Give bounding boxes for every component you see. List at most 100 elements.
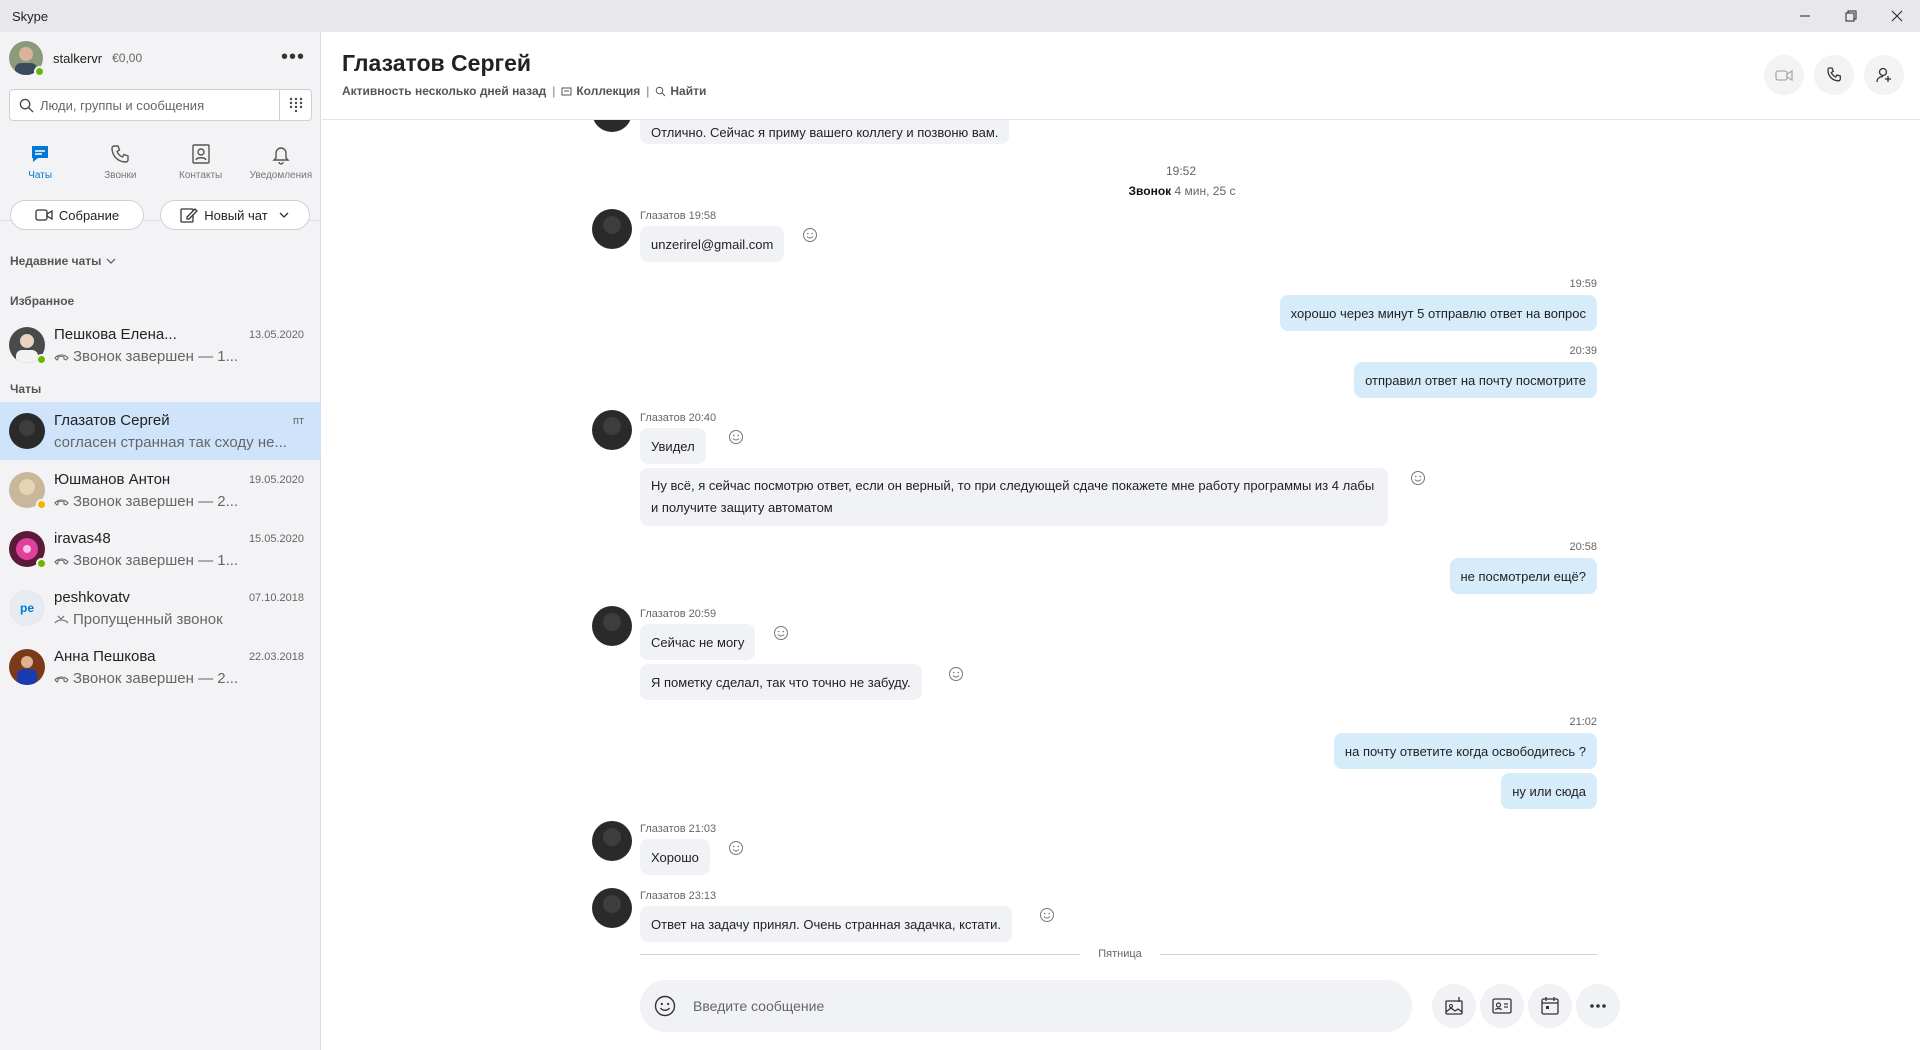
activity-status: Активность несколько дней назад: [342, 84, 547, 98]
chat-item-iravas48[interactable]: iravas48 15.05.2020 Звонок завершен — 1.…: [0, 520, 321, 578]
profile-username[interactable]: stalkervr: [53, 51, 102, 66]
search-box[interactable]: [9, 89, 312, 121]
restore-icon: [1845, 10, 1857, 22]
message-time: 20:39: [1569, 345, 1597, 357]
chat-avatar: [9, 327, 47, 365]
composer: [640, 980, 1620, 1032]
find-label: Найти: [670, 84, 707, 98]
search-input[interactable]: [40, 97, 270, 113]
sender-avatar: [592, 410, 632, 450]
call-ended-icon: [54, 675, 69, 683]
chat-item-peshkovatv[interactable]: pe peshkovatv 07.10.2018 Пропущенный зво…: [0, 579, 321, 637]
message-input[interactable]: [693, 998, 1333, 1014]
call-ended-icon: [54, 498, 69, 506]
sender-avatar: [592, 888, 632, 928]
contacts-icon: [191, 144, 210, 164]
day-divider-label: Пятница: [1080, 948, 1160, 960]
emoji-reaction-icon[interactable]: [773, 625, 789, 641]
message-bubble[interactable]: Увидел: [640, 428, 706, 464]
chat-item-anna-peshkova[interactable]: Анна Пешкова 22.03.2018 Звонок завершен …: [0, 638, 321, 696]
more-actions-button[interactable]: [1576, 984, 1620, 1028]
sender-avatar: [592, 209, 632, 249]
emoji-reaction-icon[interactable]: [728, 840, 744, 856]
chat-avatar: pe: [9, 590, 45, 626]
conversation-title[interactable]: Глазатов Сергей: [342, 50, 531, 77]
emoji-reaction-icon[interactable]: [728, 429, 744, 445]
message-sender-time: Глазатов 21:03: [640, 823, 717, 835]
video-call-button[interactable]: [1764, 55, 1804, 95]
message-bubble[interactable]: на почту ответите когда освободитесь ?: [1333, 733, 1597, 769]
search-icon: [19, 98, 34, 113]
chat-preview-text: Звонок завершен — 1...: [73, 348, 239, 365]
search-icon: [656, 86, 666, 96]
chat-name: Юшманов Антон: [54, 471, 171, 488]
message-sender-time: Глазатов 20:59: [640, 608, 717, 620]
close-button[interactable]: [1874, 0, 1920, 32]
window-title: Skype: [12, 8, 49, 24]
message-bubble[interactable]: Хорошо: [640, 839, 710, 875]
chat-preview: Звонок завершен — 1...: [54, 552, 286, 569]
chat-item-glazatov-sergey[interactable]: Глазатов Сергей пт согласен странная так…: [0, 402, 321, 460]
send-contact-button[interactable]: [1480, 984, 1524, 1028]
emoji-reaction-icon[interactable]: [1410, 470, 1426, 486]
chat-icon: [32, 146, 49, 162]
profile-avatar[interactable]: [9, 41, 45, 77]
message-bubble[interactable]: не посмотрели ещё?: [1449, 558, 1597, 594]
minimize-button[interactable]: [1782, 0, 1828, 32]
sender-avatar: [592, 821, 632, 861]
add-file-button[interactable]: [1432, 984, 1476, 1028]
message-bubble[interactable]: Ну всё, я сейчас посмотрю ответ, если он…: [640, 468, 1388, 526]
chat-item-peshkova-elena[interactable]: Пешкова Елена... 13.05.2020 Звонок завер…: [0, 316, 321, 374]
chevron-down-icon[interactable]: [278, 209, 290, 221]
message-bubble[interactable]: Ответ на задачу принял. Очень странная з…: [640, 906, 1013, 942]
sender-avatar: [592, 120, 632, 132]
contact-card-icon: [1492, 998, 1512, 1014]
compose-icon: [180, 208, 199, 223]
chat-preview-text: согласен странная так сходу не...: [54, 434, 286, 451]
dialpad-button[interactable]: [279, 90, 311, 120]
meeting-button[interactable]: Собрание: [10, 200, 144, 230]
chat-preview-text: Звонок завершен — 2...: [73, 493, 239, 510]
message-bubble[interactable]: unzerirel@gmail.com: [640, 226, 785, 262]
gallery-link[interactable]: Коллекция: [561, 84, 640, 98]
message-list[interactable]: Отлично. Сейчас я приму вашего коллегу и…: [322, 120, 1920, 960]
new-chat-button[interactable]: Новый чат: [160, 200, 310, 230]
audio-call-button[interactable]: [1814, 55, 1854, 95]
more-options-button[interactable]: •••: [281, 47, 305, 67]
add-person-icon: [1876, 67, 1891, 83]
add-people-button[interactable]: [1864, 55, 1904, 95]
message-bubble[interactable]: Отлично. Сейчас я приму вашего коллегу и…: [640, 120, 1010, 144]
phone-icon: [111, 145, 130, 163]
chat-name: peshkovatv: [54, 589, 130, 606]
presence-indicator: [36, 354, 47, 365]
restore-button[interactable]: [1828, 0, 1874, 32]
message-bubble[interactable]: отправил ответ на почту посмотрите: [1354, 362, 1597, 398]
close-icon: [1891, 10, 1903, 22]
chat-preview-text: Звонок завершен — 1...: [73, 552, 239, 569]
emoji-reaction-icon[interactable]: [948, 666, 964, 682]
message-bubble[interactable]: Сейчас не могу: [640, 624, 756, 660]
chat-date: пт: [293, 415, 304, 427]
more-icon: [1590, 1004, 1606, 1008]
chat-name: Пешкова Елена...: [54, 326, 177, 343]
emoji-reaction-icon[interactable]: [1039, 907, 1055, 923]
call-label: Звонок: [1128, 184, 1172, 198]
chats-heading: Чаты: [10, 382, 42, 396]
chat-date: 19.05.2020: [248, 474, 304, 486]
message-bubble[interactable]: Я пометку сделал, так что точно не забуд…: [640, 664, 922, 700]
call-event: Звонок 4 мин, 25 с: [1012, 184, 1352, 198]
chat-item-yushmanov-anton[interactable]: Юшманов Антон 19.05.2020 Звонок завершен…: [0, 461, 321, 519]
recent-chats-filter[interactable]: Недавние чаты: [10, 254, 116, 268]
gallery-icon: [561, 87, 572, 95]
message-input-box[interactable]: [640, 980, 1412, 1032]
schedule-call-button[interactable]: [1528, 984, 1572, 1028]
window-controls: [1782, 0, 1920, 32]
chat-avatar: [9, 649, 45, 685]
chat-name: iravas48: [54, 530, 111, 547]
new-chat-label: Новый чат: [204, 207, 268, 223]
message-bubble[interactable]: ну или сюда: [1501, 773, 1597, 809]
emoji-icon[interactable]: [653, 994, 677, 1018]
find-link[interactable]: Найти: [655, 84, 706, 98]
emoji-reaction-icon[interactable]: [802, 227, 818, 243]
message-bubble[interactable]: хорошо через минут 5 отправлю ответ на в…: [1279, 295, 1597, 331]
